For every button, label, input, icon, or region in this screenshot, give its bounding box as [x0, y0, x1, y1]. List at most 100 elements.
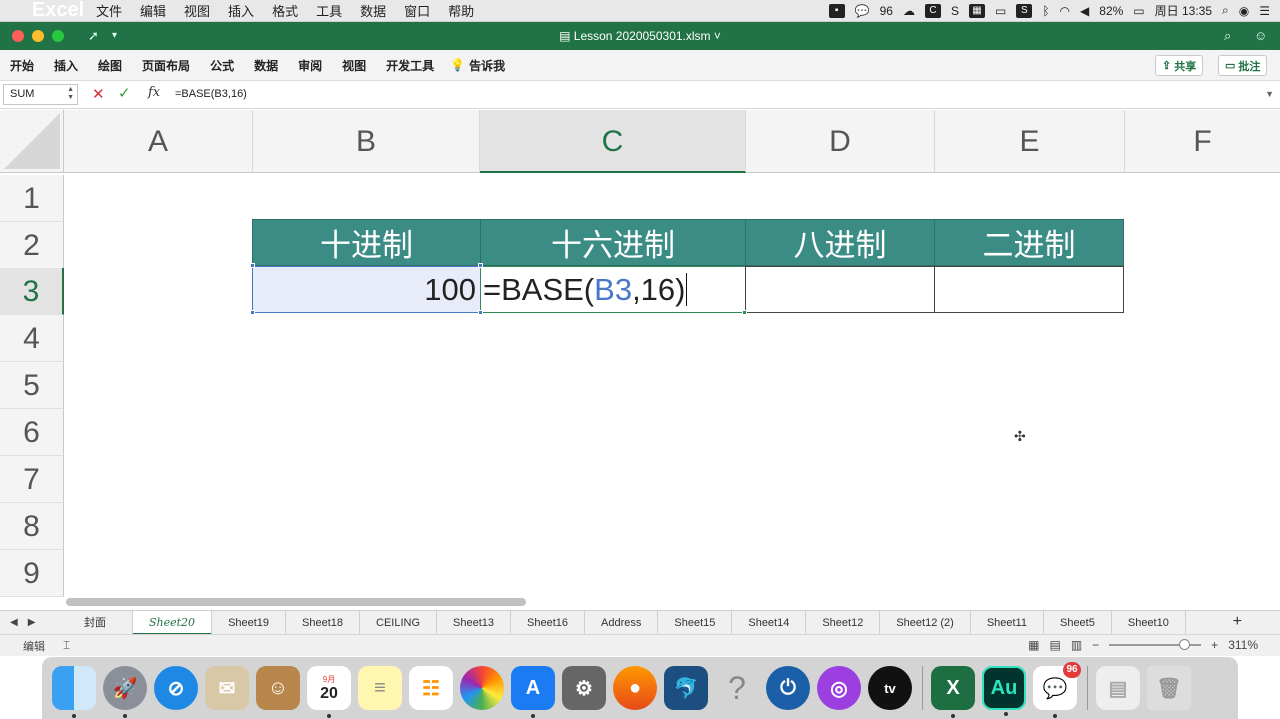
excel-icon[interactable]: X	[931, 666, 975, 718]
insert-function-button[interactable]: fx	[148, 85, 160, 100]
sheet-nav-arrows-icon[interactable]: ◀▶	[0, 617, 58, 628]
s-app-icon[interactable]: S	[951, 4, 959, 18]
firefox-icon[interactable]: ●	[613, 666, 657, 710]
row-header-1[interactable]: 1	[0, 175, 64, 222]
clock[interactable]: 周日 13:35	[1155, 2, 1212, 19]
row-header-2[interactable]: 2	[0, 222, 64, 269]
row-header-6[interactable]: 6	[0, 409, 64, 456]
volume-icon[interactable]: ◀	[1080, 4, 1089, 18]
podcasts-icon[interactable]: ◎	[817, 666, 861, 710]
pointer-tool-icon[interactable]: ➚	[88, 28, 99, 44]
sheet-tab[interactable]: 封面	[58, 610, 133, 635]
grid-app-icon[interactable]: ▦	[969, 3, 985, 18]
airplay-icon[interactable]: ▭	[995, 4, 1006, 18]
time-machine-icon[interactable]: ⏻	[766, 666, 810, 710]
menu-data[interactable]: 数据	[351, 1, 395, 20]
menu-file[interactable]: 文件	[87, 1, 131, 20]
sheet-tab[interactable]: Sheet16	[511, 610, 586, 635]
tell-me-box[interactable]: 💡 告诉我	[444, 57, 505, 74]
cancel-entry-icon[interactable]: ✕	[92, 85, 105, 103]
cell-b2[interactable]: 十进制	[252, 219, 481, 266]
add-sheet-button[interactable]: +	[1233, 613, 1242, 631]
zoom-slider[interactable]	[1109, 639, 1202, 650]
account-icon[interactable]: ☺	[1254, 28, 1267, 43]
horizontal-scrollbar[interactable]	[66, 598, 526, 606]
menu-window[interactable]: 窗口	[395, 1, 439, 20]
spotlight-search-icon[interactable]: ⌕	[1222, 3, 1229, 18]
trash-icon[interactable]: 🗑	[1147, 666, 1191, 710]
tab-home[interactable]: 开始	[0, 57, 44, 74]
range-handle-top-left[interactable]	[250, 263, 255, 268]
photos-icon[interactable]	[460, 666, 504, 710]
column-header-e[interactable]: E	[935, 110, 1125, 173]
menu-tools[interactable]: 工具	[307, 1, 351, 20]
column-header-d[interactable]: D	[746, 110, 935, 173]
safari-icon[interactable]: ⊘	[154, 666, 198, 710]
range-handle-bottom-right[interactable]	[478, 310, 483, 315]
sheet-tab[interactable]: Sheet10	[1112, 610, 1186, 635]
range-handle-top-right[interactable]	[478, 263, 483, 268]
sheet-tab[interactable]: Sheet12 (2)	[880, 610, 971, 635]
sheet-tab[interactable]: Address	[585, 610, 659, 635]
cell-e2[interactable]: 二进制	[934, 219, 1124, 266]
column-header-c[interactable]: C	[480, 110, 746, 173]
battery-icon[interactable]: ▭	[1133, 4, 1144, 18]
select-all-corner[interactable]	[0, 110, 64, 173]
status-app-icon[interactable]: ▪	[828, 3, 845, 18]
tab-view[interactable]: 视图	[332, 57, 376, 74]
zoom-window-button[interactable]	[52, 30, 64, 42]
tab-review[interactable]: 审阅	[288, 57, 332, 74]
menu-insert[interactable]: 插入	[219, 1, 263, 20]
contacts-icon[interactable]: ☺	[256, 666, 300, 710]
row-header-5[interactable]: 5	[0, 362, 64, 409]
cell-c2[interactable]: 十六进制	[480, 219, 746, 266]
audition-icon[interactable]: Au	[982, 666, 1026, 716]
siri-icon[interactable]: ◉	[1239, 4, 1249, 18]
sheet-tab[interactable]: Sheet5	[1044, 610, 1112, 635]
downloads-stack-icon[interactable]: ▤	[1096, 666, 1140, 710]
sheet-tab-active[interactable]: Sheet20	[133, 610, 213, 635]
name-box-stepper-icon[interactable]: ▲ ▼	[67, 86, 74, 102]
row-header-8[interactable]: 8	[0, 503, 64, 550]
sheet-tab[interactable]: Sheet13	[437, 610, 512, 635]
search-icon[interactable]: ⌕	[1224, 28, 1231, 44]
wifi-icon[interactable]: ◠	[1060, 4, 1070, 18]
sheet-tab[interactable]: Sheet12	[806, 610, 881, 635]
notes-icon[interactable]: ≡	[358, 666, 402, 710]
formula-input[interactable]: =BASE(B3,16)	[175, 88, 247, 100]
sheet-tab[interactable]: Sheet19	[212, 610, 287, 635]
clipboard-app-icon[interactable]: C	[924, 3, 941, 18]
cell-d3[interactable]	[745, 266, 935, 313]
qat-dropdown-icon[interactable]: ▾	[112, 30, 117, 41]
column-header-f[interactable]: F	[1125, 110, 1280, 173]
cloud-icon[interactable]: ☁	[903, 4, 915, 18]
calendar-icon[interactable]: 9月 20	[307, 666, 351, 718]
tab-developer[interactable]: 开发工具	[376, 57, 444, 74]
name-box[interactable]: SUM ▲ ▼	[3, 84, 78, 105]
column-header-b[interactable]: B	[253, 110, 480, 173]
confirm-entry-icon[interactable]: ✓	[118, 84, 131, 102]
wechat-icon[interactable]: 💬 96	[1033, 662, 1081, 718]
page-break-view-icon[interactable]: ▥	[1071, 638, 1082, 652]
apple-tv-icon[interactable]: tv	[868, 666, 912, 710]
minimize-window-button[interactable]	[32, 30, 44, 42]
sheet-tab[interactable]: CEILING	[360, 610, 438, 635]
cell-e3[interactable]	[934, 266, 1124, 313]
column-header-a[interactable]: A	[64, 110, 253, 173]
notification-center-icon[interactable]: ☰	[1259, 4, 1270, 18]
tab-formulas[interactable]: 公式	[200, 57, 244, 74]
range-handle-bottom-left[interactable]	[250, 310, 255, 315]
normal-view-icon[interactable]: ▦	[1028, 638, 1039, 652]
macro-record-icon[interactable]: ⌶	[45, 638, 70, 653]
system-preferences-icon[interactable]: ⚙	[562, 666, 606, 710]
cell-b3[interactable]: 100	[252, 266, 481, 313]
tab-page-layout[interactable]: 页面布局	[132, 57, 200, 74]
row-header-7[interactable]: 7	[0, 456, 64, 503]
sheet-tab[interactable]: Sheet14	[732, 610, 807, 635]
bluetooth-icon[interactable]: ᛒ	[1042, 4, 1049, 18]
fill-handle[interactable]	[742, 310, 747, 315]
reminders-icon[interactable]: ☷	[409, 666, 453, 710]
menu-edit[interactable]: 编辑	[131, 1, 175, 20]
finder-icon[interactable]	[52, 666, 96, 718]
share-button[interactable]: ⇪ 共享	[1155, 55, 1204, 76]
